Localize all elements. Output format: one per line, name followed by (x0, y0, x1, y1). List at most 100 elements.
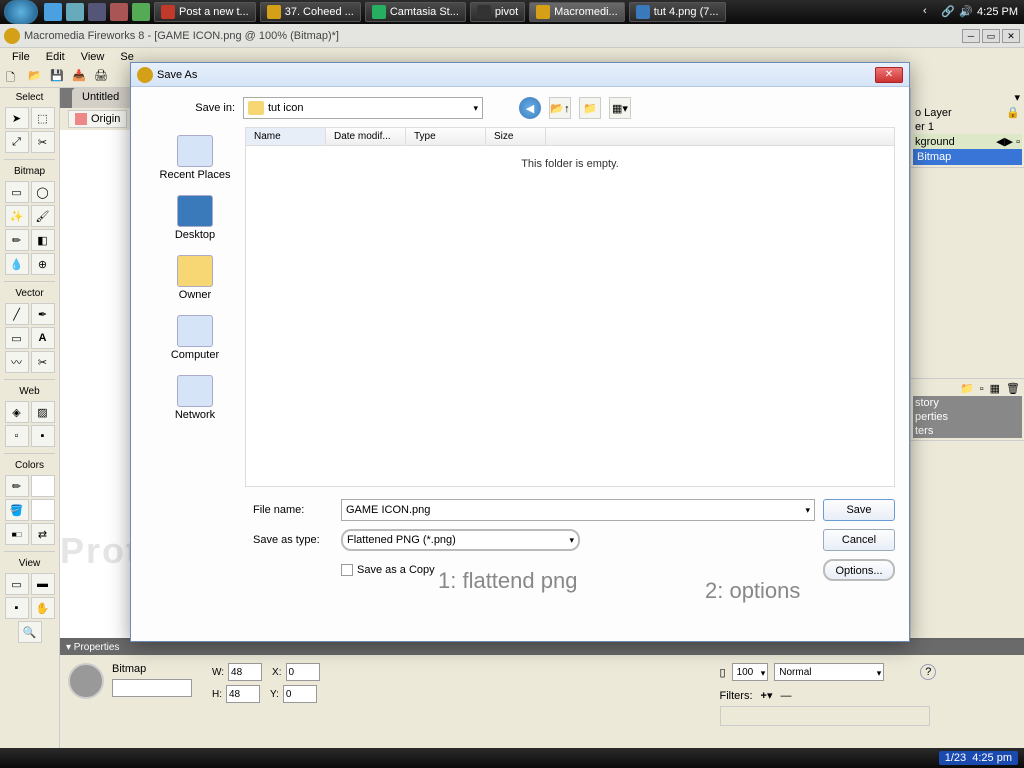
col-size[interactable]: Size (486, 128, 546, 145)
marquee-tool[interactable]: ▭ (5, 181, 29, 203)
tray-chevron-icon[interactable]: ‹ (923, 5, 937, 19)
slice-tool[interactable]: ▨ (31, 401, 55, 423)
dialog-close-button[interactable]: ✕ (875, 67, 903, 83)
col-date[interactable]: Date modif... (326, 128, 406, 145)
screen-mode-3[interactable]: ▪ (5, 597, 29, 619)
pen-tool[interactable]: ✒ (31, 303, 55, 325)
properties-header[interactable]: ▾ Properties (60, 640, 1024, 655)
line-tool[interactable]: ╱ (5, 303, 29, 325)
opacity-slider-icon[interactable]: ▯ (720, 666, 726, 679)
eraser-tool[interactable]: ◧ (31, 229, 55, 251)
cancel-button[interactable]: Cancel (823, 529, 895, 551)
stamp-tool[interactable]: ⊕ (31, 253, 55, 275)
text-tool[interactable]: A (31, 327, 55, 349)
width-input[interactable] (228, 663, 262, 681)
save-button[interactable]: Save (823, 499, 895, 521)
pencil-tool[interactable]: ✏ (5, 229, 29, 251)
fill-color[interactable]: 🪣 (5, 499, 29, 521)
trash-icon[interactable]: 🗑 (1006, 382, 1020, 395)
default-colors[interactable]: ■□ (5, 523, 29, 545)
col-name[interactable]: Name (246, 128, 326, 145)
subselect-tool[interactable]: ⬚ (31, 107, 55, 129)
place-recent[interactable]: Recent Places (160, 135, 231, 181)
up-button[interactable]: 📂↑ (549, 97, 571, 119)
screen-mode[interactable]: ▭ (5, 573, 29, 595)
ql-ie-icon[interactable] (44, 3, 62, 21)
filters-panel[interactable]: ters (913, 424, 1022, 438)
tray-network-icon[interactable]: 🔗 (941, 5, 955, 19)
close-button[interactable]: ✕ (1002, 29, 1020, 43)
options-button[interactable]: Options... (823, 559, 895, 581)
ql-show-desktop-icon[interactable] (66, 3, 84, 21)
zoom-tool[interactable]: 🔍 (18, 621, 42, 643)
place-owner[interactable]: Owner (177, 255, 213, 301)
back-button[interactable]: ◀ (519, 97, 541, 119)
object-name-input[interactable] (112, 679, 192, 697)
knife-tool[interactable]: ✂ (31, 351, 55, 373)
stroke-color[interactable]: ✏ (5, 475, 29, 497)
height-input[interactable] (226, 685, 260, 703)
tray-volume-icon[interactable]: 🔊 (959, 5, 973, 19)
start-button[interactable] (4, 0, 38, 24)
task-item[interactable]: Post a new t... (154, 2, 256, 22)
screen-mode-2[interactable]: ▬ (31, 573, 55, 595)
hand-tool[interactable]: ✋ (31, 597, 55, 619)
add-filter-button[interactable]: +▾ (761, 689, 773, 702)
freeform-tool[interactable]: 〰 (5, 351, 29, 373)
hide-slice-tool[interactable]: ▫ (5, 425, 29, 447)
open-icon[interactable]: 📂 (28, 69, 44, 85)
opacity-input[interactable]: 100 (732, 663, 769, 681)
bitmap-layer[interactable]: Bitmap (913, 149, 1022, 165)
filters-list[interactable] (720, 706, 930, 726)
frames-icon[interactable]: ▦ (990, 382, 1000, 395)
place-desktop[interactable]: Desktop (175, 195, 215, 241)
original-view[interactable]: Origin (68, 110, 127, 128)
new-folder-icon[interactable]: 📁 (960, 382, 974, 395)
print-icon[interactable]: 🖨 (94, 69, 110, 85)
help-icon[interactable]: ? (920, 664, 936, 680)
layer-sub[interactable]: er 1 (913, 120, 1022, 134)
swap-colors[interactable]: ⇄ (31, 523, 55, 545)
ql-app2-icon[interactable] (132, 3, 150, 21)
crop-tool[interactable]: ✂ (31, 131, 55, 153)
save-icon[interactable]: 💾 (50, 69, 66, 85)
task-item[interactable]: 37. Coheed ... (260, 2, 361, 22)
minimize-button[interactable]: ─ (962, 29, 980, 43)
blur-tool[interactable]: 💧 (5, 253, 29, 275)
ql-switch-icon[interactable] (88, 3, 106, 21)
task-item-active[interactable]: Macromedi... (529, 2, 625, 22)
scale-tool[interactable]: ⤢ (5, 131, 29, 153)
maximize-button[interactable]: ▭ (982, 29, 1000, 43)
save-as-copy-checkbox[interactable]: Save as a Copy (341, 564, 435, 576)
task-item[interactable]: pivot (470, 2, 525, 22)
new-icon[interactable]: 🗋 (6, 69, 22, 85)
hotspot-tool[interactable]: ◈ (5, 401, 29, 423)
background-layer[interactable]: kground◀▶ ▫ (913, 134, 1022, 149)
clock[interactable]: 4:25 PM (977, 6, 1018, 18)
filename-input[interactable]: GAME ICON.png (341, 499, 815, 521)
new-folder-button[interactable]: 📁 (579, 97, 601, 119)
menu-file[interactable]: File (4, 49, 38, 65)
stroke-swatch[interactable] (31, 475, 55, 497)
wand-tool[interactable]: ✨ (5, 205, 29, 227)
y-input[interactable] (283, 685, 317, 703)
lasso-tool[interactable]: ◯ (31, 181, 55, 203)
view-menu-button[interactable]: ▦▾ (609, 97, 631, 119)
show-slice-tool[interactable]: ▪ (31, 425, 55, 447)
ql-app-icon[interactable] (110, 3, 128, 21)
pointer-tool[interactable]: ➤ (5, 107, 29, 129)
properties-panel-hdr[interactable]: perties (913, 410, 1022, 424)
task-item[interactable]: tut 4.png (7... (629, 2, 726, 22)
place-computer[interactable]: Computer (171, 315, 219, 361)
import-icon[interactable]: 📥 (72, 69, 88, 85)
fill-swatch[interactable] (31, 499, 55, 521)
dialog-titlebar[interactable]: Save As ✕ (131, 63, 909, 87)
save-in-combo[interactable]: tut icon (243, 97, 483, 119)
col-type[interactable]: Type (406, 128, 486, 145)
brush-tool[interactable]: 🖌 (31, 205, 55, 227)
place-network[interactable]: Network (175, 375, 215, 421)
remove-filter-button[interactable]: — (780, 690, 791, 702)
file-list[interactable]: Name Date modif... Type Size This folder… (245, 127, 895, 487)
new-layer-icon[interactable]: ▫ (980, 383, 984, 395)
rect-tool[interactable]: ▭ (5, 327, 29, 349)
